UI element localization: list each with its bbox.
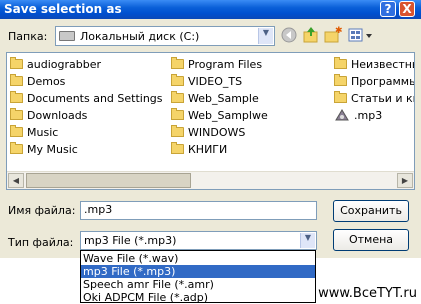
folder-icon <box>171 142 184 154</box>
window-title: Save selection as <box>4 2 122 16</box>
list-item[interactable]: .mp3 <box>334 107 382 123</box>
folder-icon <box>171 125 184 137</box>
filetype-option[interactable]: Oki ADPCM File (*.adp) <box>81 291 315 304</box>
view-menu-icon <box>348 28 372 42</box>
list-item[interactable]: Статьи и кн <box>334 90 414 106</box>
chevron-down-icon[interactable]: ▼ <box>300 233 315 248</box>
list-item[interactable]: My Music <box>10 141 78 157</box>
close-button[interactable]: X <box>399 1 415 17</box>
filetype-option-selected[interactable]: mp3 File (*.mp3) <box>81 265 315 278</box>
folder-icon <box>171 91 184 103</box>
chevron-down-icon[interactable]: ▼ <box>258 28 273 44</box>
filename-input[interactable]: .mp3 <box>80 201 317 220</box>
folder-icon <box>334 74 347 86</box>
list-item[interactable]: Web_Samplwe <box>171 107 268 123</box>
filetype-combo[interactable]: mp3 File (*.mp3) ▼ <box>80 231 317 250</box>
folder-icon <box>10 57 23 69</box>
svg-text:✱: ✱ <box>335 26 342 36</box>
filetype-label: Тип файла: <box>8 236 74 249</box>
new-folder-button[interactable]: ✱ <box>324 26 343 44</box>
watermark: www.BceTYT.ru <box>318 286 417 301</box>
filetype-option[interactable]: Speech amr File (*.amr) <box>81 278 315 291</box>
folder-icon <box>10 108 23 120</box>
help-button[interactable]: ? <box>380 1 396 17</box>
back-button[interactable] <box>280 26 298 44</box>
folder-icon <box>10 91 23 103</box>
folder-icon <box>10 125 23 137</box>
location-label: Папка: <box>8 30 48 43</box>
location-value: Локальный диск (C:) <box>80 30 200 43</box>
save-dialog: Save selection as ? X Папка: Локальный д… <box>0 0 421 258</box>
up-folder-icon <box>303 27 318 43</box>
audio-file-icon <box>335 109 349 121</box>
back-arrow-icon <box>281 27 297 43</box>
list-item[interactable]: Downloads <box>10 107 87 123</box>
list-item[interactable]: Documents and Settings <box>10 90 163 106</box>
scroll-right-icon[interactable]: ▶ <box>397 173 413 188</box>
filetype-dropdown-list[interactable]: Wave File (*.wav) mp3 File (*.mp3) Speec… <box>80 250 316 304</box>
horizontal-scrollbar[interactable]: ◀ ▶ <box>7 171 414 189</box>
drive-icon <box>59 31 75 41</box>
folder-icon <box>334 91 347 103</box>
file-list[interactable]: audiograbber Demos Documents and Setting… <box>6 52 415 190</box>
folder-icon <box>171 108 184 120</box>
filetype-value: mp3 File (*.mp3) <box>84 234 177 247</box>
folder-icon <box>171 57 184 69</box>
filetype-option[interactable]: Wave File (*.wav) <box>81 252 315 265</box>
scroll-left-icon[interactable]: ◀ <box>8 173 24 188</box>
list-item[interactable]: Неизвестны <box>334 56 414 72</box>
list-item[interactable]: Music <box>10 124 58 140</box>
folder-icon <box>171 74 184 86</box>
list-item[interactable]: VIDEO_TS <box>171 73 242 89</box>
list-item[interactable]: Web_Sample <box>171 90 259 106</box>
cancel-button[interactable]: Отмена <box>333 229 409 251</box>
list-item[interactable]: Программы <box>334 73 414 89</box>
folder-icon <box>10 74 23 86</box>
save-button[interactable]: Сохранить <box>333 200 409 222</box>
list-item[interactable]: Program Files <box>171 56 262 72</box>
location-combo[interactable]: Локальный диск (C:) ▼ <box>55 26 275 46</box>
list-item[interactable]: КНИГИ <box>171 141 227 157</box>
folder-icon <box>10 142 23 154</box>
list-item[interactable]: Demos <box>10 73 65 89</box>
list-item[interactable]: audiograbber <box>10 56 101 72</box>
filename-label: Имя файла: <box>8 204 76 217</box>
list-item[interactable]: WINDOWS <box>171 124 245 140</box>
title-bar[interactable]: Save selection as ? X <box>0 0 421 19</box>
folder-icon <box>334 57 347 69</box>
view-menu-button[interactable] <box>348 26 376 44</box>
scroll-thumb[interactable] <box>26 173 191 188</box>
up-folder-button[interactable] <box>302 26 320 44</box>
new-folder-icon: ✱ <box>324 26 343 43</box>
